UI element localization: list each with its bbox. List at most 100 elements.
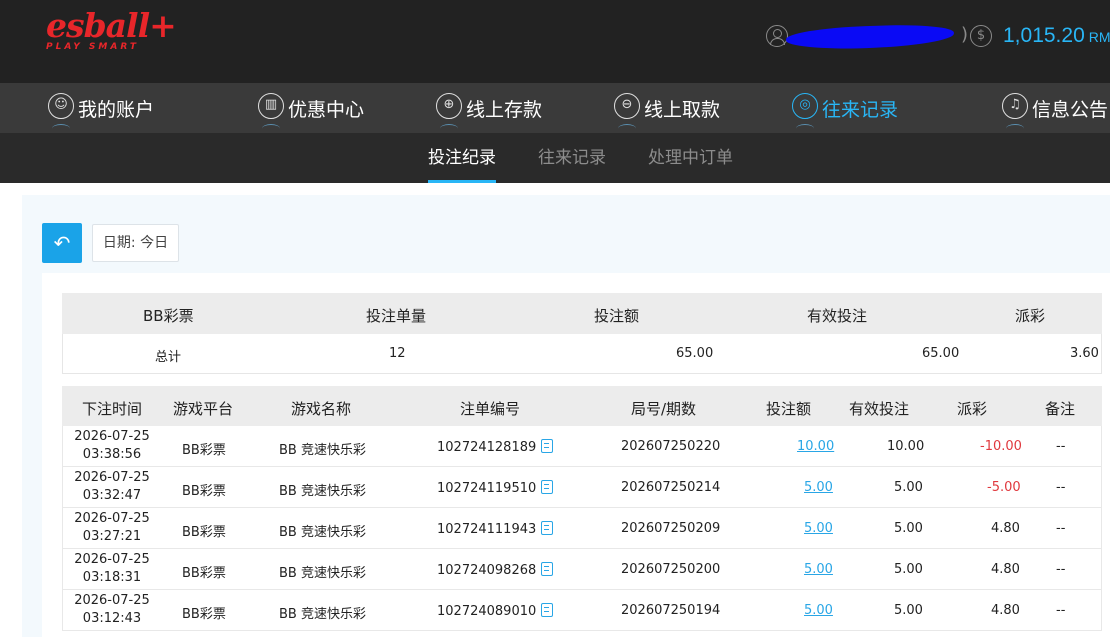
nav-label: 线上存款 [466,98,543,121]
copy-icon[interactable] [541,480,554,494]
logo-text: esball+ [46,6,177,45]
bet-id: 102724128189 [437,439,554,455]
nav-label: 往来记录 [822,98,899,121]
bet-platform: BB彩票 [182,566,226,581]
bet-id: 102724089010 [437,603,554,619]
bet-platform: BB彩票 [182,525,226,540]
date-filter-select[interactable]: 日期: 今日 [92,224,179,262]
account-balance: 1,015.20RMB [1003,24,1110,48]
bet-game-name: BB 竞速快乐彩 [279,484,366,499]
balance-value: 1,015.20 [1003,24,1085,47]
nav-label: 信息公告 [1032,98,1109,121]
bell-icon: ♫ [1002,93,1028,125]
nav-withdraw[interactable]: ⊖ 线上取款 [614,83,720,133]
bet-payout: 4.80 [991,562,1020,577]
col-bet-id: 注单编号 [460,400,521,418]
bet-datetime: 2026-07-25 03:27:21 [74,511,150,544]
nav-label: 优惠中心 [288,98,365,121]
table-row: 2026-07-25 03:18:31 BB彩票 BB 竞速快乐彩 1027240… [62,549,1102,590]
back-arrow-icon: ↶ [53,231,71,255]
main-nav: ☺ 我的账户 ▥ 优惠中心 ⊕ 线上存款 ⊖ 线上取款 ◎ 往来记录 ♫ 信息公… [0,83,1110,133]
bet-valid: 5.00 [894,480,923,495]
col-amount: 投注额 [766,400,812,418]
tab-transactions[interactable]: 往来记录 [538,133,606,183]
bet-datetime: 2026-07-25 03:32:47 [74,470,150,503]
summary-col-count: 投注单量 [366,307,427,325]
records-icon: ◎ [792,93,818,125]
tab-bet-records[interactable]: 投注纪录 [428,133,496,183]
bet-valid: 5.00 [894,562,923,577]
back-button[interactable]: ↶ [42,223,82,263]
bet-platform: BB彩票 [182,443,226,458]
bets-table-header: 下注时间 游戏平台 游戏名称 注单编号 局号/期数 投注额 有效投注 派彩 备注 [62,386,1102,426]
bet-platform: BB彩票 [182,484,226,499]
bet-payout: 4.80 [991,521,1020,536]
bet-payout: -5.00 [987,480,1021,495]
balance-currency: RMB [1088,29,1110,45]
bet-amount-link[interactable]: 5.00 [804,603,833,618]
nav-records[interactable]: ◎ 往来记录 [792,83,898,133]
bet-amount-link[interactable]: 5.00 [804,562,833,577]
bet-round: 202607250220 [621,439,721,454]
bet-round: 202607250194 [621,603,721,618]
summary-col-platform: BB彩票 [143,307,194,325]
bet-note: -- [1056,562,1066,577]
nav-label: 我的账户 [78,98,155,121]
dollar-coin-icon: $ [970,25,992,47]
copy-icon[interactable] [541,439,554,453]
bet-round: 202607250209 [621,521,721,536]
bet-game-name: BB 竞速快乐彩 [279,525,366,540]
deposit-icon: ⊕ [436,93,462,125]
col-game-name: 游戏名称 [291,400,352,418]
bet-round: 202607250214 [621,480,721,495]
bet-note: -- [1056,603,1066,618]
bet-amount-link[interactable]: 5.00 [804,521,833,536]
col-valid: 有效投注 [849,400,910,418]
bet-payout: -10.00 [980,439,1022,454]
summary-col-valid: 有效投注 [807,307,868,325]
col-platform: 游戏平台 [173,400,234,418]
summary-total-amount: 65.00 [676,346,714,361]
col-note: 备注 [1045,400,1076,418]
bet-note: -- [1056,439,1066,454]
bet-note: -- [1056,521,1066,536]
bet-datetime: 2026-07-25 03:12:43 [74,593,150,626]
nav-deposit[interactable]: ⊕ 线上存款 [436,83,542,133]
top-header: esball+ PLAY SMART ) $ 1,015.20RMB [0,0,1110,83]
summary-total-valid: 65.00 [922,346,960,361]
col-bet-time: 下注时间 [82,400,143,418]
copy-icon[interactable] [541,562,554,576]
bet-note: -- [1056,480,1066,495]
table-row: 2026-07-25 03:38:56 BB彩票 BB 竞速快乐彩 1027241… [62,426,1102,467]
bet-id: 102724098268 [437,562,554,578]
bet-valid: 5.00 [894,603,923,618]
summary-header: BB彩票 投注单量 投注额 有效投注 派彩 [62,293,1102,334]
nav-announcements[interactable]: ♫ 信息公告 [1002,83,1108,133]
bet-platform: BB彩票 [182,607,226,622]
gift-icon: ▥ [258,93,284,125]
redacted-username [785,23,955,51]
bet-game-name: BB 竞速快乐彩 [279,607,366,622]
tab-pending-orders[interactable]: 处理中订单 [648,133,733,183]
summary-col-amount: 投注额 [594,307,640,325]
nav-my-account[interactable]: ☺ 我的账户 [48,83,154,133]
bet-game-name: BB 竞速快乐彩 [279,566,366,581]
summary-total-label: 总计 [155,350,182,365]
bet-amount-link[interactable]: 10.00 [797,439,834,454]
copy-icon[interactable] [541,603,554,617]
bet-valid: 10.00 [887,439,925,454]
table-row: 2026-07-25 03:27:21 BB彩票 BB 竞速快乐彩 1027241… [62,508,1102,549]
copy-icon[interactable] [541,521,554,535]
bet-valid: 5.00 [894,521,923,536]
col-round: 局号/期数 [631,400,697,418]
summary-total-row: 总计 12 65.00 65.00 3.60 [62,334,1102,374]
brand-logo[interactable]: esball+ PLAY SMART [46,6,177,53]
nav-promotions[interactable]: ▥ 优惠中心 [258,83,364,133]
bet-datetime: 2026-07-25 03:18:31 [74,552,150,585]
bet-amount-link[interactable]: 5.00 [804,480,833,495]
username-paren: ) [961,24,969,45]
col-payout: 派彩 [957,400,988,418]
bet-round: 202607250200 [621,562,721,577]
withdraw-icon: ⊖ [614,93,640,125]
bet-payout: 4.80 [991,603,1020,618]
